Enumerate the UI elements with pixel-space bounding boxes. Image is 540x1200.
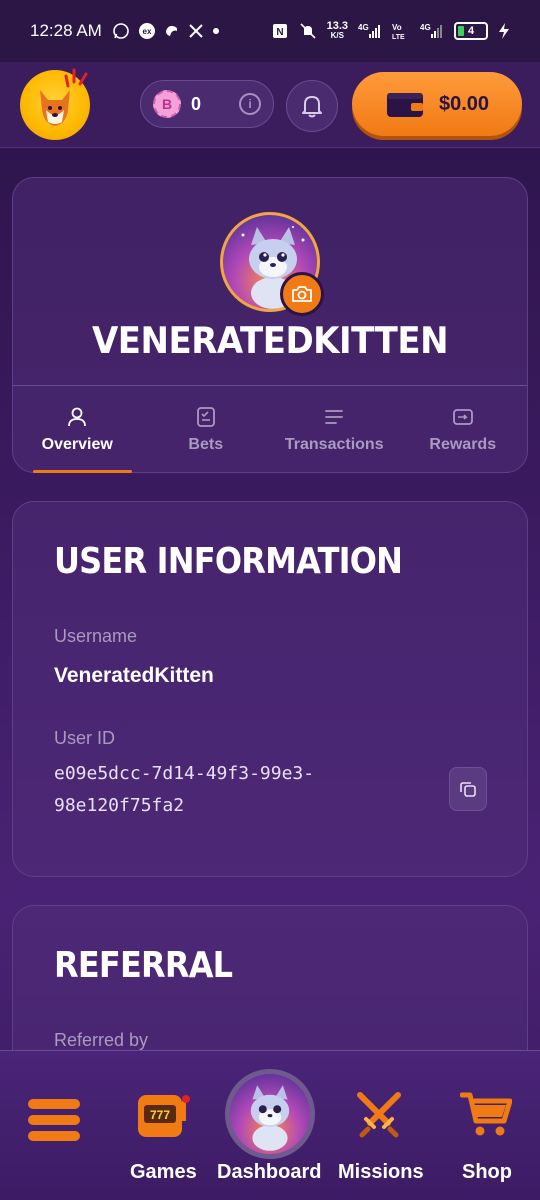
profile-card: VENERATEDKITTEN Overview Bets Transactio… [12, 177, 528, 473]
x-icon [188, 23, 204, 39]
app-logo[interactable] [20, 68, 90, 140]
charging-icon [498, 22, 510, 40]
username-value: VeneratedKitten [54, 664, 214, 687]
points-value: 0 [191, 93, 202, 114]
tab-rewards[interactable]: Rewards [399, 386, 528, 473]
copy-icon [460, 782, 476, 797]
tab-label: Overview [41, 435, 113, 453]
nav-label: Shop [462, 1161, 512, 1183]
signal-4g-icon: 4G [358, 22, 382, 40]
rewards-icon [452, 408, 473, 425]
tab-overview[interactable]: Overview [13, 386, 142, 473]
battery-level: 4 [467, 25, 475, 37]
mute-icon [299, 22, 317, 40]
profile-tabs: Overview Bets Transactions Rewards [13, 385, 527, 473]
svg-text:Vo: Vo [392, 23, 402, 32]
svg-text:4G: 4G [358, 23, 369, 32]
bets-icon [196, 406, 215, 427]
svg-text:4G: 4G [420, 23, 431, 32]
tab-transactions[interactable]: Transactions [270, 386, 399, 473]
profile-avatar-wrap [220, 212, 324, 316]
username-label: Username [54, 626, 138, 646]
svg-text:777: 777 [150, 1108, 170, 1122]
tab-label: Transactions [284, 435, 384, 453]
bottom-nav: 777 Games Dashboard Missions Shop [0, 1050, 540, 1200]
nav-label: Dashboard [217, 1161, 322, 1183]
sparkle-icon [64, 68, 88, 88]
profile-username: VENERATEDKITTEN [91, 319, 449, 363]
info-icon[interactable]: i [239, 93, 261, 115]
net-speed-value: 13.3 [326, 20, 348, 32]
copy-user-id-button[interactable] [449, 767, 487, 811]
user-id-line: 98e120f75fa2 [54, 795, 185, 816]
wallet-button[interactable]: $0.00 [352, 72, 522, 136]
section-title: USER INFORMATION [54, 540, 403, 582]
whatsapp-icon [112, 22, 130, 40]
section-title: REFERRAL [54, 944, 233, 986]
volte-icon: Vo LTE [392, 22, 410, 40]
user-information-card: USER INFORMATION Username VeneratedKitte… [12, 501, 528, 877]
wallet-icon [386, 93, 423, 117]
slot-machine-icon: 777 [138, 1095, 190, 1137]
bell-icon [302, 96, 322, 118]
referred-by-label: Referred by [54, 1030, 149, 1050]
change-avatar-button[interactable] [280, 272, 324, 316]
svg-text:ex: ex [142, 27, 151, 36]
nav-dashboard-avatar[interactable] [225, 1069, 315, 1159]
net-speed-unit: K/S [330, 31, 344, 40]
net-speed: 13.3 K/S [327, 21, 348, 41]
nav-label: Games [130, 1161, 197, 1183]
notifications-button[interactable] [286, 80, 338, 132]
menu-icon [28, 1099, 80, 1141]
nfc-icon: N [271, 22, 289, 40]
swords-icon [357, 1092, 401, 1138]
app-icon [164, 23, 180, 39]
user-id-line: e09e5dcc-7d14-49f3-99e3- [54, 763, 315, 784]
status-bar: 12:28 AM ex N 13.3 K/S 4G Vo LTE 4G 4 [0, 0, 540, 62]
status-time: 12:28 AM [30, 21, 102, 40]
points-coin-icon: B [153, 90, 181, 118]
dot-icon [212, 27, 220, 35]
svg-text:N: N [276, 27, 283, 38]
cart-icon [460, 1092, 512, 1136]
list-icon [325, 409, 344, 424]
user-icon [68, 407, 87, 426]
battery-icon: 4 [454, 22, 488, 40]
tab-label: Rewards [429, 435, 497, 453]
ex-icon: ex [138, 22, 156, 40]
user-id-label: User ID [54, 728, 116, 748]
signal-4g-icon: 4G [420, 22, 444, 40]
wallet-amount: $0.00 [438, 92, 490, 115]
tab-label: Bets [188, 435, 224, 453]
svg-text:LTE: LTE [392, 34, 405, 40]
nav-label: Missions [338, 1161, 424, 1183]
dog-logo-icon [40, 90, 70, 126]
points-balance[interactable]: B 0 i [140, 80, 274, 128]
camera-icon [292, 286, 312, 302]
user-id-value: e09e5dcc-7d14-49f3-99e3- 98e120f75fa2 [54, 758, 384, 822]
husky-avatar-icon [250, 1085, 290, 1151]
app-header: B 0 i $0.00 [0, 62, 540, 148]
tab-bets[interactable]: Bets [142, 386, 271, 473]
